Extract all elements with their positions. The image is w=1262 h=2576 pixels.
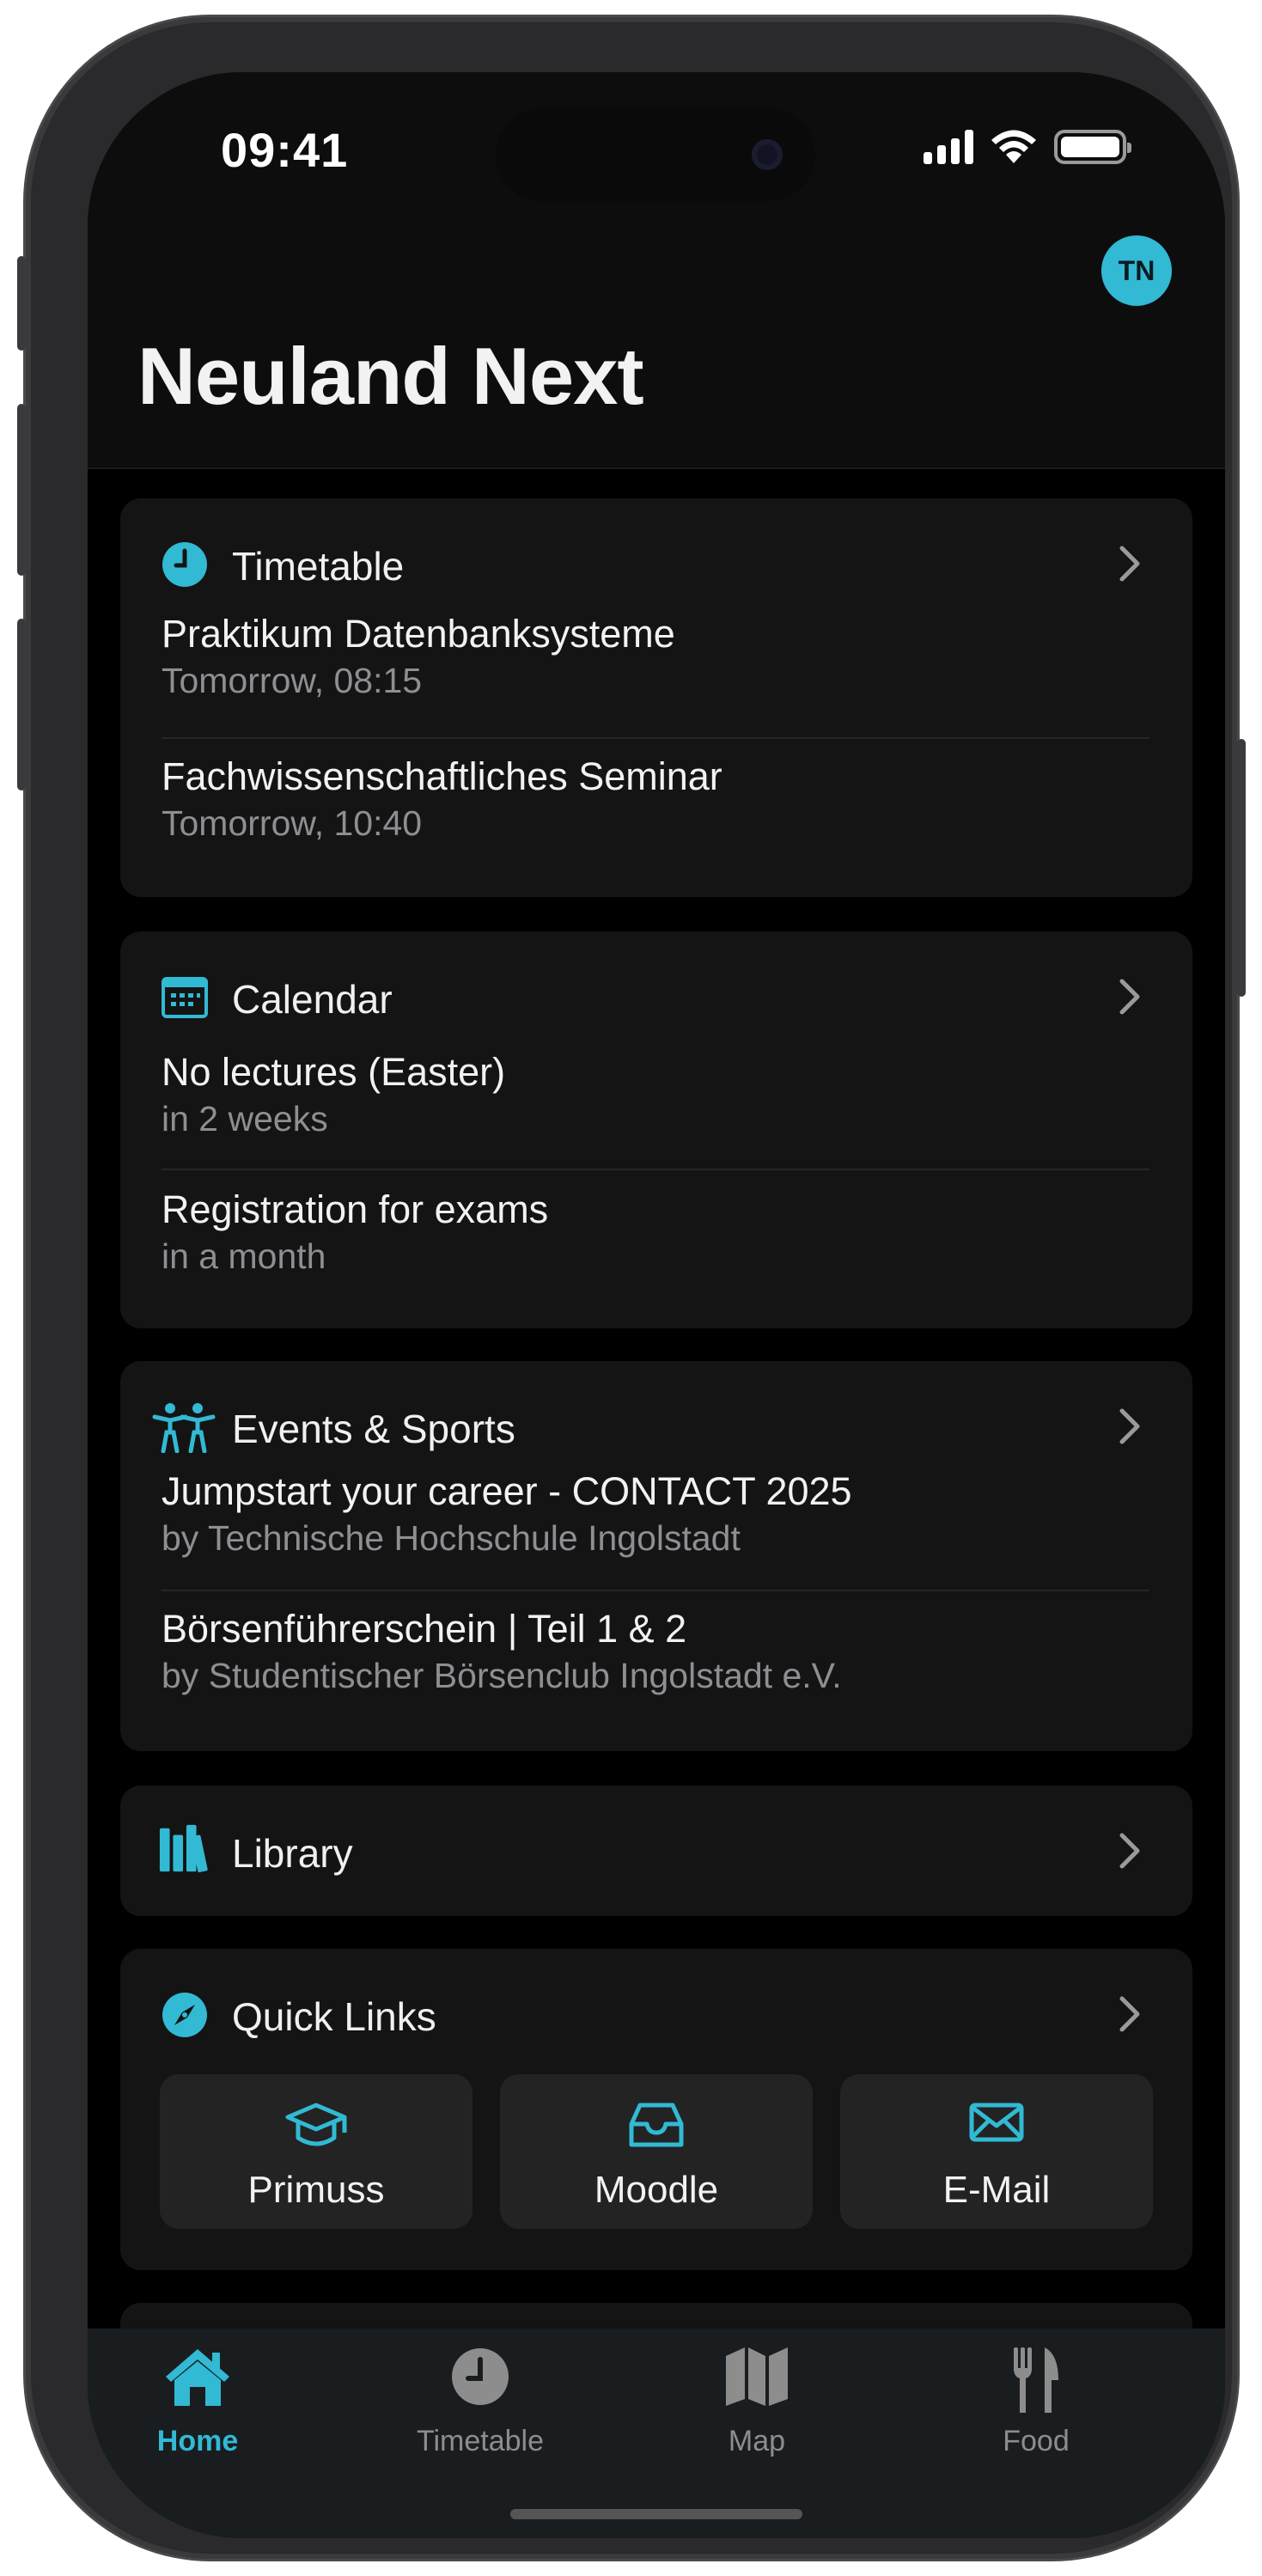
events-card-title: Events & Sports xyxy=(232,1407,515,1451)
volume-down-button xyxy=(17,619,26,791)
status-bar: 09:41 xyxy=(88,72,1225,244)
quick-links-card-title: Quick Links xyxy=(232,1994,436,2039)
chevron-right-icon xyxy=(1119,979,1140,1015)
fork-knife-icon xyxy=(942,2346,1131,2414)
timetable-card-header[interactable]: Timetable xyxy=(120,498,1192,593)
quick-links-card-header[interactable]: Quick Links xyxy=(120,1949,1192,2043)
avatar[interactable]: TN xyxy=(1101,235,1172,306)
phone-frame: TN Neuland Next 09:41 Timetable Praktiku… xyxy=(17,17,1246,2559)
action-button xyxy=(17,256,26,351)
divider xyxy=(162,1590,1149,1591)
compass-icon xyxy=(158,1988,211,2042)
dynamic-island xyxy=(496,108,815,201)
timetable-item-time: Tomorrow, 08:15 xyxy=(162,661,423,700)
tab-label: Map xyxy=(728,2425,786,2457)
battery-icon xyxy=(1054,130,1131,164)
volume-up-button xyxy=(17,404,26,576)
quick-link-label: Moodle xyxy=(594,2169,719,2211)
timetable-item-title: Praktikum Datenbanksysteme xyxy=(162,612,675,656)
graduation-cap-icon xyxy=(160,2100,472,2155)
chevron-right-icon xyxy=(1119,1833,1140,1869)
library-card[interactable]: Library xyxy=(120,1785,1192,1916)
tab-home[interactable]: Home xyxy=(103,2346,292,2457)
timetable-item[interactable]: Fachwissenschaftliches Seminar Tomorrow,… xyxy=(162,753,1149,845)
timetable-item-title: Fachwissenschaftliches Seminar xyxy=(162,754,722,798)
divider xyxy=(162,737,1149,739)
event-item-organizer: by Technische Hochschule Ingolstadt xyxy=(162,1518,741,1558)
calendar-card-header[interactable]: Calendar xyxy=(120,931,1192,1026)
house-icon xyxy=(103,2346,292,2414)
chevron-right-icon xyxy=(1119,1996,1140,2032)
quick-link-primuss-button[interactable]: Primuss xyxy=(160,2074,472,2229)
people-icon xyxy=(149,1401,218,1454)
event-item-organizer: by Studentischer Börsenclub Ingolstadt e… xyxy=(162,1656,842,1695)
inbox-tray-icon xyxy=(500,2100,813,2155)
envelope-icon xyxy=(840,2100,1153,2155)
event-item-title: Jumpstart your career - CONTACT 2025 xyxy=(162,1469,852,1513)
home-indicator[interactable] xyxy=(510,2509,802,2519)
books-icon xyxy=(158,1822,211,1875)
timetable-card-title: Timetable xyxy=(232,544,405,589)
events-sports-card[interactable]: Events & Sports Jumpstart your career - … xyxy=(120,1361,1192,1751)
wifi-icon xyxy=(991,130,1036,163)
status-time: 09:41 xyxy=(221,123,349,177)
calendar-card[interactable]: Calendar No lectures (Easter) in 2 weeks… xyxy=(120,931,1192,1328)
event-item[interactable]: Jumpstart your career - CONTACT 2025 by … xyxy=(162,1468,1149,1560)
calendar-item-title: Registration for exams xyxy=(162,1187,549,1231)
library-card-header[interactable]: Library xyxy=(120,1785,1192,1880)
quick-link-label: E-Mail xyxy=(942,2169,1051,2211)
calendar-item-title: No lectures (Easter) xyxy=(162,1050,506,1094)
event-item[interactable]: Börsenführerschein | Teil 1 & 2 by Stude… xyxy=(162,1605,1149,1698)
page-title: Neuland Next xyxy=(137,331,644,421)
map-icon xyxy=(662,2346,851,2414)
calendar-item[interactable]: Registration for exams in a month xyxy=(162,1186,1149,1279)
tab-bar: Home Timetable Map Food xyxy=(88,2329,1225,2538)
quick-link-moodle-button[interactable]: Moodle xyxy=(500,2074,813,2229)
calendar-item[interactable]: No lectures (Easter) in 2 weeks xyxy=(162,1048,1149,1141)
event-item-title: Börsenführerschein | Teil 1 & 2 xyxy=(162,1607,687,1651)
calendar-item-date: in a month xyxy=(162,1236,326,1276)
tab-label: Food xyxy=(1003,2425,1070,2457)
tab-map[interactable]: Map xyxy=(662,2346,851,2457)
quick-link-label: Primuss xyxy=(247,2169,385,2211)
timetable-card[interactable]: Timetable Praktikum Datenbanksysteme Tom… xyxy=(120,498,1192,897)
camera-icon xyxy=(752,139,783,170)
timetable-item[interactable]: Praktikum Datenbanksysteme Tomorrow, 08:… xyxy=(162,610,1149,703)
events-card-header[interactable]: Events & Sports xyxy=(120,1361,1192,1456)
calendar-icon xyxy=(158,971,211,1024)
tab-food[interactable]: Food xyxy=(942,2346,1131,2457)
divider xyxy=(162,1169,1149,1170)
chevron-right-icon xyxy=(1119,1408,1140,1444)
clock-icon xyxy=(158,538,211,591)
chevron-right-icon xyxy=(1119,546,1140,582)
library-card-title: Library xyxy=(232,1831,353,1876)
clock-icon xyxy=(386,2346,575,2414)
power-button xyxy=(1237,739,1246,997)
tab-timetable[interactable]: Timetable xyxy=(386,2346,575,2457)
quick-links-card[interactable]: Quick Links Primuss Moodle E-Mail xyxy=(120,1949,1192,2270)
tab-label: Home xyxy=(156,2425,239,2457)
cellular-signal-icon xyxy=(924,130,973,164)
quick-link-email-button[interactable]: E-Mail xyxy=(840,2074,1153,2229)
calendar-item-date: in 2 weeks xyxy=(162,1099,328,1138)
tab-label: Timetable xyxy=(416,2425,545,2457)
timetable-item-time: Tomorrow, 10:40 xyxy=(162,803,423,843)
status-icons xyxy=(924,129,1131,165)
app-screen: TN Neuland Next 09:41 Timetable Praktiku… xyxy=(88,72,1225,2538)
calendar-card-title: Calendar xyxy=(232,977,393,1022)
